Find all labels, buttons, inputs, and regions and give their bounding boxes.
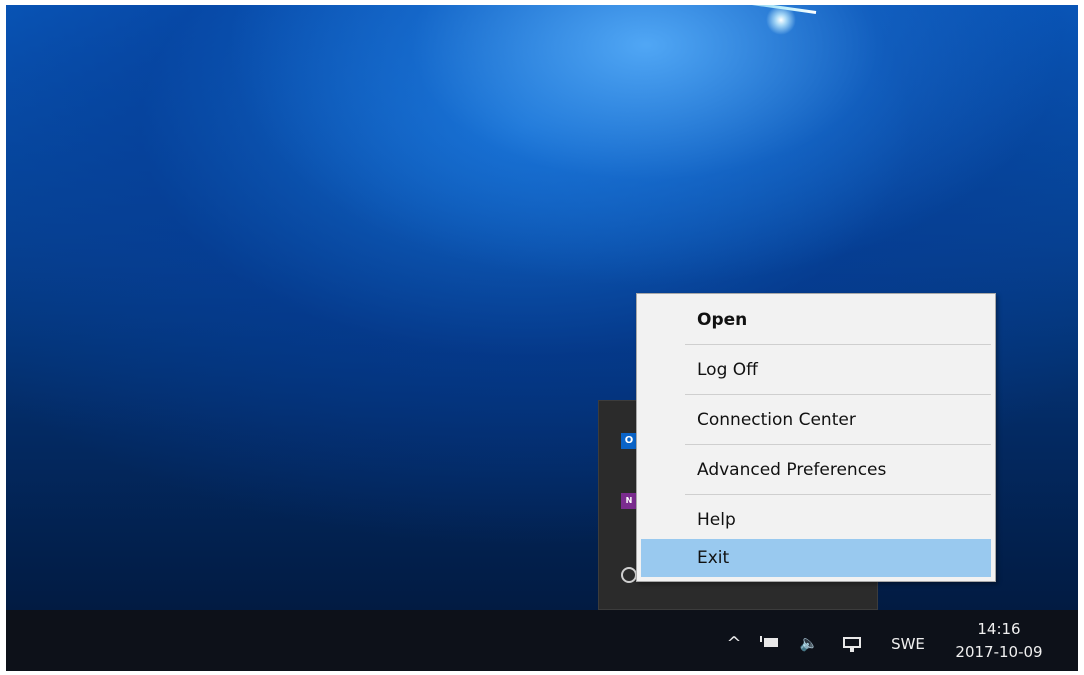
desktop-screen: O N Open Log Off Connection Center Advan… [6,5,1078,671]
battery-body [764,638,778,647]
input-language-indicator[interactable]: SWE [878,634,938,654]
clock-time: 14:16 [977,620,1021,638]
network-monitor [843,637,861,648]
menu-separator [685,344,991,345]
menu-separator [685,494,991,495]
onenote-icon[interactable]: N [621,493,637,509]
volume-icon[interactable]: 🔈 [792,633,826,653]
menu-item-help[interactable]: Help [641,501,991,539]
menu-item-connection-center[interactable]: Connection Center [641,401,991,439]
menu-item-advanced-preferences[interactable]: Advanced Preferences [641,451,991,489]
menu-separator [685,444,991,445]
clock-date: 2017-10-09 [955,643,1043,661]
show-hidden-icons-chevron-icon[interactable]: ^ [724,634,744,654]
network-icon[interactable] [839,634,865,654]
menu-separator [685,394,991,395]
taskbar: ^ 🔈 SWE 14:16 2017-10-09 [6,610,1078,671]
circle-app-icon[interactable] [621,567,637,583]
outlook-icon[interactable]: O [621,433,637,449]
battery-icon[interactable] [760,634,784,654]
menu-item-log-off[interactable]: Log Off [641,351,991,389]
taskbar-clock[interactable]: 14:16 2017-10-09 [944,618,1054,668]
menu-item-open[interactable]: Open [641,301,991,339]
network-stand [850,648,854,652]
wallpaper-light-flare [766,5,796,35]
menu-item-exit[interactable]: Exit [641,539,991,577]
tray-context-menu: Open Log Off Connection Center Advanced … [636,293,996,582]
